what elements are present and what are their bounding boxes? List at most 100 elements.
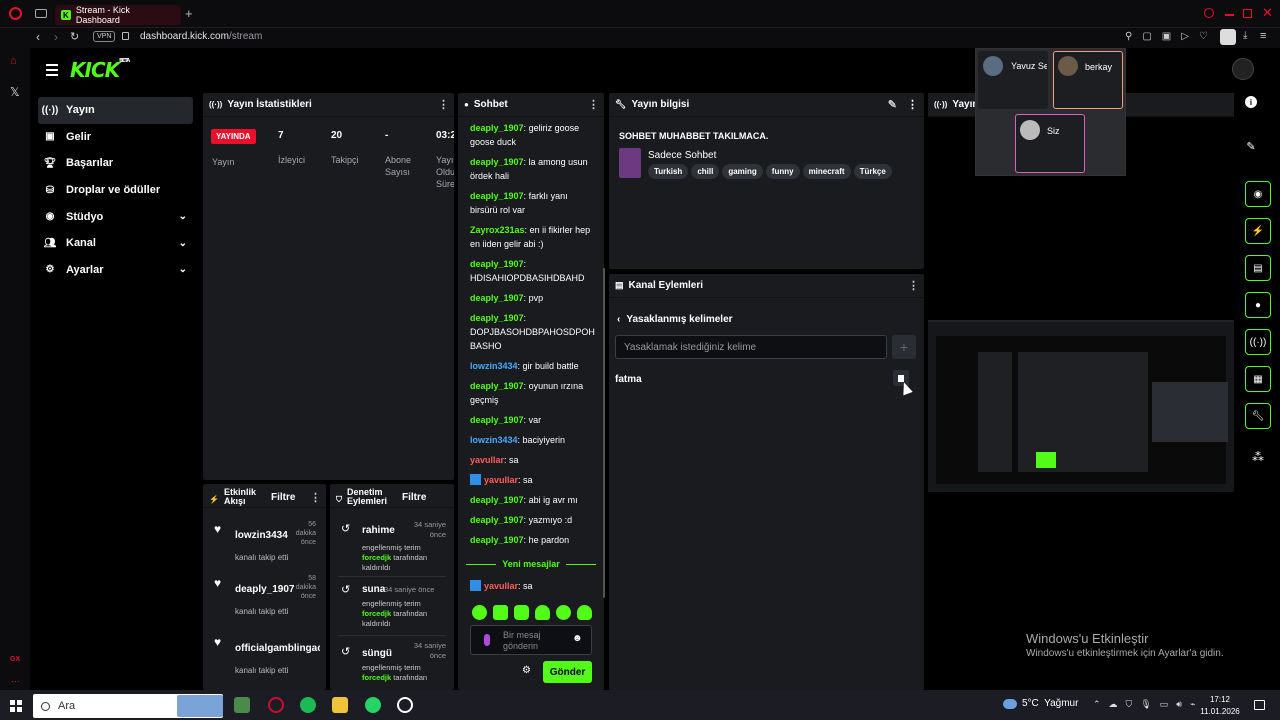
clock[interactable]: 17:12 11.01.2026 bbox=[1200, 694, 1240, 718]
opera-gx-app-icon[interactable] bbox=[397, 697, 413, 713]
chat-user[interactable]: deaply_1907 bbox=[470, 415, 524, 425]
emote-icon[interactable] bbox=[556, 605, 571, 620]
wrench-icon[interactable]: 🔧︎ bbox=[1245, 403, 1271, 429]
sidebar-item-droplar[interactable]: ⛁ Droplar ve ödüller bbox=[38, 177, 193, 204]
emote-icon[interactable] bbox=[514, 605, 529, 620]
info-icon[interactable]: i bbox=[1245, 96, 1257, 108]
browser-tab-kick[interactable]: K Stream - Kick Dashboard bbox=[55, 5, 181, 25]
chat-user[interactable]: deaply_1907 bbox=[470, 515, 524, 525]
taskbar-search[interactable]: Ara bbox=[33, 694, 223, 718]
participant-tile[interactable]: Siz bbox=[1015, 114, 1085, 173]
opera-logo-icon[interactable] bbox=[9, 7, 22, 20]
filter-button[interactable]: Filtre bbox=[271, 492, 295, 503]
opera-app-icon[interactable] bbox=[268, 697, 284, 713]
forward-icon[interactable]: › bbox=[54, 30, 58, 44]
chat-input[interactable]: Bir mesaj gönderin ☻ bbox=[470, 625, 592, 655]
more-options-icon[interactable]: ⋮ bbox=[908, 279, 919, 292]
kick-logo[interactable]: KICKBETA bbox=[70, 58, 130, 82]
heart-icon[interactable]: ♡ bbox=[1199, 31, 1208, 42]
file-app-icon[interactable] bbox=[234, 697, 250, 713]
lightning-icon[interactable]: ⚡ bbox=[1245, 218, 1271, 244]
stream-category[interactable]: Sadece Sohbet bbox=[648, 150, 716, 161]
document-icon[interactable]: ▤ bbox=[1245, 255, 1271, 281]
sidebar-item-studyo[interactable]: ◉ Stüdyo ⌄ bbox=[38, 203, 193, 230]
gx-icon[interactable]: GX bbox=[10, 656, 20, 663]
sidebar-item-ayarlar[interactable]: ⚙ Ayarlar ⌄ bbox=[38, 257, 193, 284]
play-icon[interactable]: ▷ bbox=[1181, 31, 1189, 42]
shield-icon[interactable]: ⛉ bbox=[1126, 699, 1133, 710]
chat-user[interactable]: deaply_1907 bbox=[470, 495, 524, 505]
weather-widget[interactable]: 5°C Yağmur bbox=[1003, 698, 1078, 709]
chat-user[interactable]: deaply_1907 bbox=[470, 381, 524, 391]
chevron-up-icon[interactable]: ⌃ bbox=[1093, 699, 1101, 710]
search-icon[interactable] bbox=[1204, 8, 1214, 18]
edit-icon[interactable]: ✎ bbox=[1246, 140, 1255, 153]
vpn-badge[interactable]: VPN bbox=[93, 31, 116, 42]
microphone-icon[interactable]: 🎙︎ bbox=[1140, 699, 1151, 710]
stream-tag[interactable]: Turkish bbox=[648, 164, 689, 179]
more-options-icon[interactable]: ⋮ bbox=[907, 98, 918, 111]
bookmark-icon[interactable]: ⚲ bbox=[1125, 31, 1132, 42]
chat-user[interactable]: deaply_1907 bbox=[470, 157, 524, 167]
pocket-icon[interactable]: ▣ bbox=[1162, 31, 1171, 42]
sidebar-item-kanal[interactable]: 👥︎ Kanal ⌄ bbox=[38, 230, 193, 257]
minimize-icon[interactable] bbox=[1225, 14, 1234, 16]
aria-icon[interactable]: ⌂ bbox=[10, 55, 17, 67]
stream-tag[interactable]: minecraft bbox=[802, 164, 851, 179]
mod-actor[interactable]: forcedjk bbox=[362, 553, 391, 562]
profile-avatar[interactable] bbox=[1220, 29, 1236, 45]
chat-user[interactable]: deaply_1907 bbox=[470, 259, 524, 269]
chat-user[interactable]: lowzin3434 bbox=[470, 361, 518, 371]
mod-user[interactable]: suna bbox=[362, 584, 385, 595]
windows-start-icon[interactable] bbox=[10, 700, 22, 712]
back-icon[interactable]: ‹ bbox=[36, 30, 40, 44]
file-explorer-icon[interactable] bbox=[332, 697, 348, 713]
hamburger-menu-icon[interactable] bbox=[46, 64, 58, 79]
whatsapp-app-icon[interactable] bbox=[365, 697, 381, 713]
edit-icon[interactable]: ✎ bbox=[888, 98, 897, 111]
mod-actor[interactable]: forcedjk bbox=[362, 673, 391, 682]
microphone-icon[interactable] bbox=[484, 634, 490, 646]
tab-overview-icon[interactable] bbox=[35, 9, 47, 18]
send-button[interactable]: Gönder bbox=[543, 661, 592, 683]
activity-user[interactable]: lowzin3434 bbox=[235, 530, 288, 541]
emote-icon[interactable] bbox=[493, 605, 508, 620]
chat-user[interactable]: deaply_1907 bbox=[470, 123, 524, 133]
emoji-icon[interactable]: ☻ bbox=[572, 633, 583, 644]
new-tab-button[interactable]: + bbox=[185, 6, 193, 21]
chat-scrollbar[interactable] bbox=[603, 268, 605, 598]
mod-user[interactable]: rahime bbox=[362, 525, 395, 536]
activity-user[interactable]: deaply_1907 bbox=[235, 584, 295, 595]
stream-tag[interactable]: gaming bbox=[722, 164, 763, 179]
chat-user[interactable]: yavullar bbox=[470, 455, 504, 465]
network-icon[interactable]: ⌁ bbox=[1190, 699, 1195, 710]
chat-user[interactable]: deaply_1907 bbox=[470, 293, 524, 303]
camera-icon[interactable]: ◉ bbox=[1245, 181, 1271, 207]
chat-user[interactable]: lowzin3434 bbox=[470, 435, 518, 445]
chat-user[interactable]: yavullar bbox=[484, 475, 518, 485]
sidebar-item-gelir[interactable]: ▣ Gelir bbox=[38, 124, 193, 151]
channel-avatar[interactable] bbox=[1232, 58, 1254, 80]
more-options-icon[interactable]: ⋮ bbox=[588, 98, 599, 111]
sidebar-item-yayin[interactable]: ((·)) Yayın bbox=[38, 97, 193, 124]
reload-icon[interactable]: ↻ bbox=[70, 30, 79, 43]
maximize-icon[interactable] bbox=[1243, 9, 1252, 18]
mod-actor[interactable]: forcedjk bbox=[362, 609, 391, 618]
menu-icon[interactable]: ≡ bbox=[1260, 30, 1266, 42]
participant-tile[interactable]: berkay bbox=[1053, 51, 1123, 109]
layout-icon[interactable]: ▦ bbox=[1245, 366, 1271, 392]
stream-tag[interactable]: funny bbox=[765, 164, 800, 179]
more-options-icon[interactable]: ⋮ bbox=[310, 491, 321, 504]
participant-tile[interactable]: Yavuz Se bbox=[978, 51, 1048, 109]
chat-icon[interactable]: ● bbox=[1245, 292, 1271, 318]
more-options-icon[interactable]: ⋮ bbox=[438, 98, 449, 111]
emote-icon[interactable] bbox=[535, 605, 550, 620]
close-icon[interactable]: ✕ bbox=[1262, 5, 1273, 21]
category-thumbnail[interactable] bbox=[619, 148, 641, 178]
chat-settings-icon[interactable]: ⚙ bbox=[522, 665, 531, 676]
speaker-icon[interactable]: 🔊︎ bbox=[1176, 699, 1182, 710]
stream-preview-video[interactable] bbox=[928, 320, 1234, 492]
banned-words-back[interactable]: ‹ Yasaklanmış kelimeler bbox=[617, 314, 733, 325]
new-messages-divider[interactable]: Yeni mesajlar bbox=[466, 559, 597, 569]
x-icon[interactable]: 𝕏 bbox=[10, 85, 20, 99]
